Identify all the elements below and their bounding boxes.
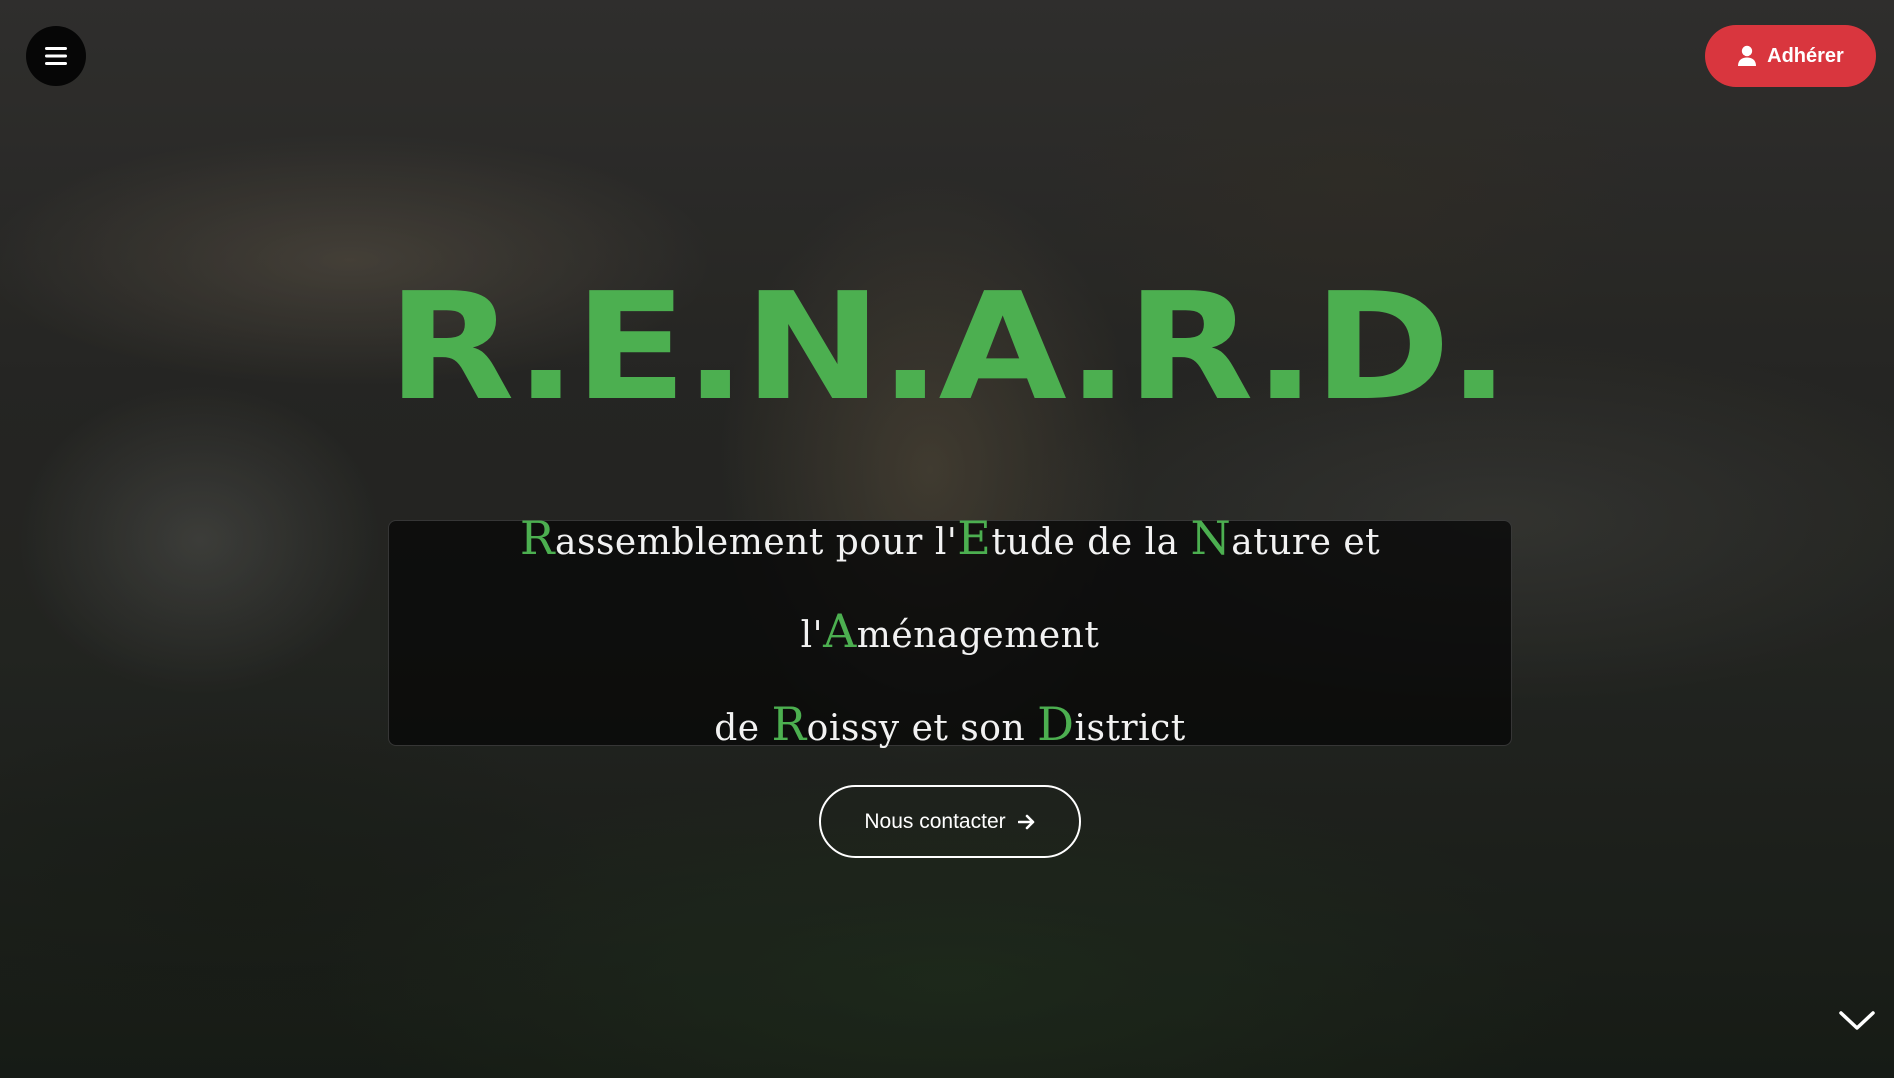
- subtitle-initial: A: [823, 603, 857, 658]
- subtitle-box: Rassemblement pour l'Etude de la Nature …: [388, 511, 1512, 751]
- join-button[interactable]: Adhérer: [1705, 25, 1876, 87]
- subtitle-text: assemblement pour l': [555, 521, 958, 563]
- hero-section: Adhérer R.E.N.A.R.D. Rassemblement pour …: [0, 0, 1894, 1078]
- subtitle-text: de: [714, 707, 772, 749]
- subtitle-initial: R: [771, 696, 807, 751]
- chevron-down-icon: [1839, 1011, 1875, 1030]
- subtitle-initial: R: [519, 510, 556, 565]
- arrow-right-icon: [1017, 814, 1034, 829]
- subtitle-text: ménagement: [856, 614, 1100, 656]
- subtitle-text: tude de la: [991, 521, 1191, 563]
- subtitle: Rassemblement pour l'Etude de la Nature …: [405, 494, 1495, 773]
- user-icon: [1738, 45, 1757, 66]
- subtitle-initial: N: [1190, 510, 1232, 565]
- subtitle-text: oissy et son: [806, 707, 1038, 749]
- join-button-label: Adhérer: [1767, 44, 1844, 67]
- subtitle-initial: D: [1037, 696, 1075, 751]
- menu-button[interactable]: [26, 26, 86, 86]
- contact-button[interactable]: Nous contacter: [819, 785, 1081, 858]
- hamburger-menu-icon: [45, 47, 67, 65]
- contact-button-label: Nous contacter: [864, 809, 1006, 833]
- subtitle-text: istrict: [1074, 707, 1186, 749]
- scroll-down-button[interactable]: [1837, 1003, 1877, 1039]
- subtitle-initial: E: [957, 510, 992, 565]
- site-title: R.E.N.A.R.D.: [387, 261, 1510, 433]
